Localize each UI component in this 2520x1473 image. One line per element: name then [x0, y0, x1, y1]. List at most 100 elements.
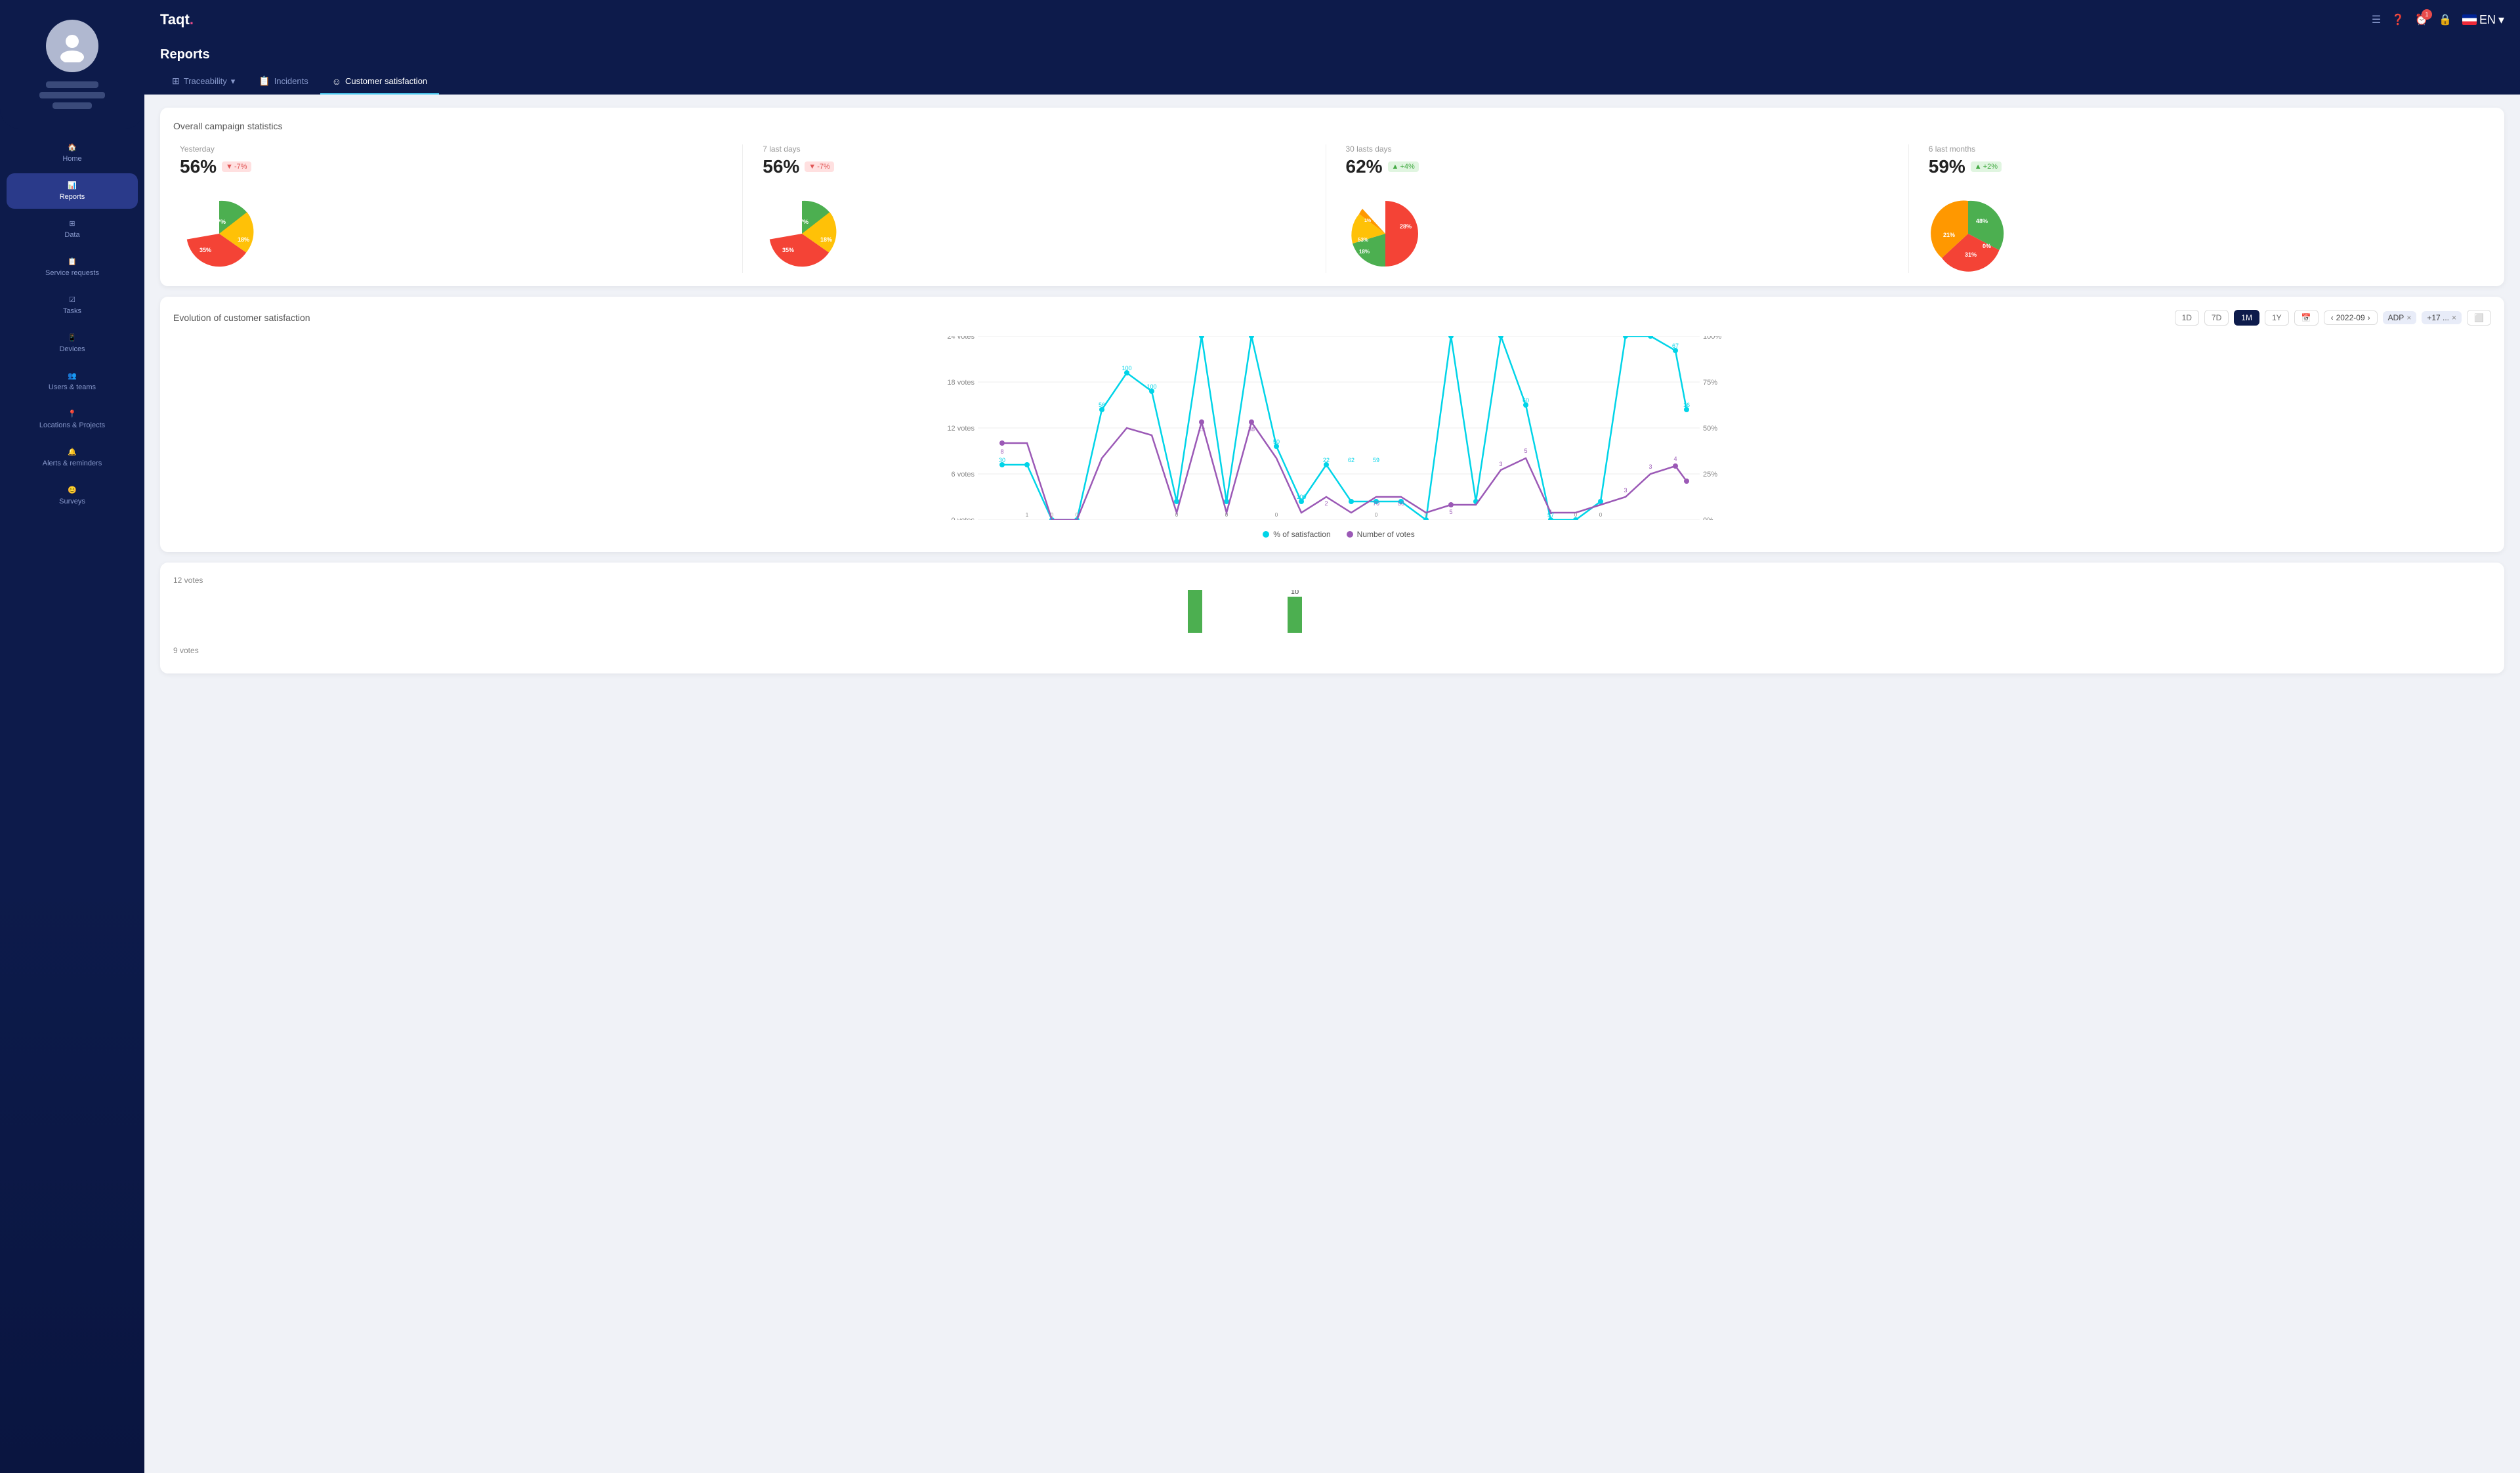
bar-chart-card: 12 votes 11 10 9 votes	[160, 563, 2504, 673]
sidebar-item-data[interactable]: ⊞ Data	[7, 211, 138, 247]
svg-text:70: 70	[1373, 500, 1379, 507]
stat-value-row-6months: 59% ▲ +2%	[1929, 156, 2002, 177]
stat-badge-7days: ▼ -7%	[805, 161, 833, 172]
traceability-icon: ⊞	[172, 75, 180, 87]
nav-items: 🏠 Home 📊 Reports ⊞ Data 📋 Service reques…	[0, 135, 144, 513]
stat-period-30days: 30 lasts days	[1346, 144, 1392, 154]
sidebar: 🏠 Home 📊 Reports ⊞ Data 📋 Service reques…	[0, 0, 144, 1473]
svg-text:18%: 18%	[238, 236, 249, 243]
legend-votes: Number of votes	[1347, 530, 1415, 539]
chart-header: Evolution of customer satisfaction 1D 7D…	[173, 310, 2491, 326]
period-btn-1m[interactable]: 1M	[2234, 310, 2259, 326]
sidebar-item-locations-projects[interactable]: 📍 Locations & Projects	[7, 402, 138, 437]
language-button[interactable]: EN ▾	[2462, 13, 2504, 27]
sidebar-item-alerts-reminders[interactable]: 🔔 Alerts & reminders	[7, 440, 138, 475]
svg-text:0 votes: 0 votes	[952, 517, 975, 520]
sidebar-item-service-requests[interactable]: 📋 Service requests	[7, 249, 138, 285]
filter-chip-more[interactable]: +17 ... ×	[2422, 311, 2462, 324]
chevron-down-icon: ▾	[2498, 13, 2504, 27]
svg-text:19: 19	[1198, 426, 1205, 433]
svg-text:0: 0	[1599, 512, 1603, 518]
svg-text:50%: 50%	[1703, 425, 1717, 433]
lock-icon[interactable]: 🔒	[2439, 13, 2452, 26]
svg-text:24 votes: 24 votes	[947, 336, 975, 341]
tab-traceability[interactable]: ⊞ Traceability ▾	[160, 69, 247, 95]
svg-text:48%: 48%	[1976, 218, 1988, 224]
filter-chip-adp[interactable]: ADP ×	[2383, 311, 2417, 324]
export-btn[interactable]: ⬜	[2467, 310, 2491, 326]
stat-value-yesterday: 56%	[180, 156, 217, 177]
data-icon: ⊞	[69, 219, 75, 228]
flag-icon	[2462, 14, 2477, 25]
stat-value-row-30days: 62% ▲ +4%	[1346, 156, 1419, 177]
svg-text:53%: 53%	[1358, 237, 1368, 243]
svg-text:100: 100	[1146, 383, 1156, 390]
trend-up-icon-30d: ▲	[1392, 163, 1399, 171]
filter-chip-more-close[interactable]: ×	[2452, 313, 2456, 322]
bar-chart-svg: 11 10	[173, 590, 2491, 643]
tab-incidents[interactable]: 📋 Incidents	[247, 69, 320, 95]
stat-period-7days: 7 last days	[763, 144, 800, 154]
surveys-icon: 😊	[68, 486, 77, 494]
home-icon: 🏠	[68, 143, 77, 152]
customer-satisfaction-icon: ☺	[332, 76, 341, 87]
sidebar-item-devices[interactable]: 📱 Devices	[7, 326, 138, 361]
legend-satisfaction: % of satisfaction	[1263, 530, 1330, 539]
period-btn-1d[interactable]: 1D	[2175, 310, 2199, 326]
topbar-left: Taqt.	[160, 11, 194, 28]
calendar-btn[interactable]: 📅	[2294, 310, 2319, 326]
sidebar-item-users-teams[interactable]: 👥 Users & teams	[7, 364, 138, 399]
svg-text:4: 4	[1673, 456, 1677, 462]
stat-value-row-yesterday: 56% ▼ -7%	[180, 156, 251, 177]
stats-row: Yesterday 56% ▼ -7%	[173, 144, 2491, 273]
tasks-icon: ☑	[69, 295, 75, 304]
date-navigator[interactable]: ‹ 2022-09 ›	[2324, 310, 2378, 325]
evolution-chart-title: Evolution of customer satisfaction	[173, 312, 310, 323]
logo-dot: .	[190, 11, 194, 28]
overall-stats-title: Overall campaign statistics	[173, 121, 2491, 131]
notification-bell[interactable]: ⏰ 1	[2415, 13, 2428, 26]
svg-text:0%: 0%	[1983, 243, 1991, 249]
svg-text:6 votes: 6 votes	[952, 471, 975, 479]
svg-text:3: 3	[1499, 461, 1502, 467]
prev-date-icon[interactable]: ‹	[2331, 313, 2334, 322]
filter-chip-adp-close[interactable]: ×	[2406, 313, 2411, 322]
pie-chart-6months: 48% 0% 31% 21%	[1929, 194, 2007, 273]
stat-value-row-7days: 56% ▼ -7%	[763, 156, 834, 177]
bar-chart-area: 11 10	[173, 590, 2491, 646]
period-btn-1y[interactable]: 1Y	[2265, 310, 2289, 326]
dropdown-arrow-icon: ▾	[231, 76, 236, 87]
chart-legend: % of satisfaction Number of votes	[219, 530, 2458, 539]
sidebar-item-surveys[interactable]: 😊 Surveys	[7, 478, 138, 513]
pie-chart-yesterday: 47% 18% 35%	[180, 194, 259, 273]
reports-icon: 📊	[68, 181, 77, 190]
main: Taqt. ☰ ❓ ⏰ 1 🔒 EN ▾ Reports ⊞ Traceabil…	[144, 0, 2520, 1473]
svg-text:2: 2	[1324, 500, 1328, 507]
service-requests-icon: 📋	[68, 257, 77, 266]
svg-text:5: 5	[1524, 448, 1527, 454]
legend-dot-satisfaction	[1263, 531, 1269, 538]
username-bar-3	[52, 102, 92, 109]
next-date-icon[interactable]: ›	[2368, 313, 2370, 322]
svg-text:25%: 25%	[1703, 471, 1717, 479]
svg-text:35%: 35%	[200, 247, 211, 253]
bar-11	[1188, 590, 1202, 633]
stat-6months: 6 last months 59% ▲ +2%	[1909, 144, 2491, 273]
stat-value-30days: 62%	[1346, 156, 1383, 177]
svg-text:35%: 35%	[782, 247, 794, 253]
svg-text:21%: 21%	[1943, 232, 1955, 238]
sidebar-item-tasks[interactable]: ☑ Tasks	[7, 288, 138, 323]
svg-text:75%: 75%	[1703, 379, 1717, 387]
sidebar-item-home[interactable]: 🏠 Home	[7, 135, 138, 171]
alerts-reminders-icon: 🔔	[68, 448, 77, 456]
svg-text:0: 0	[1375, 512, 1378, 518]
sidebar-item-reports[interactable]: 📊 Reports	[7, 173, 138, 209]
locations-projects-icon: 📍	[68, 410, 77, 418]
tab-customer-satisfaction[interactable]: ☺ Customer satisfaction	[320, 69, 439, 95]
help-icon[interactable]: ❓	[2391, 13, 2404, 26]
svg-text:38: 38	[1248, 426, 1255, 433]
menu-icon[interactable]: ☰	[2372, 13, 2381, 26]
trend-down-icon-7d: ▼	[808, 163, 816, 171]
svg-text:18%: 18%	[820, 236, 832, 243]
period-btn-7d[interactable]: 7D	[2204, 310, 2229, 326]
